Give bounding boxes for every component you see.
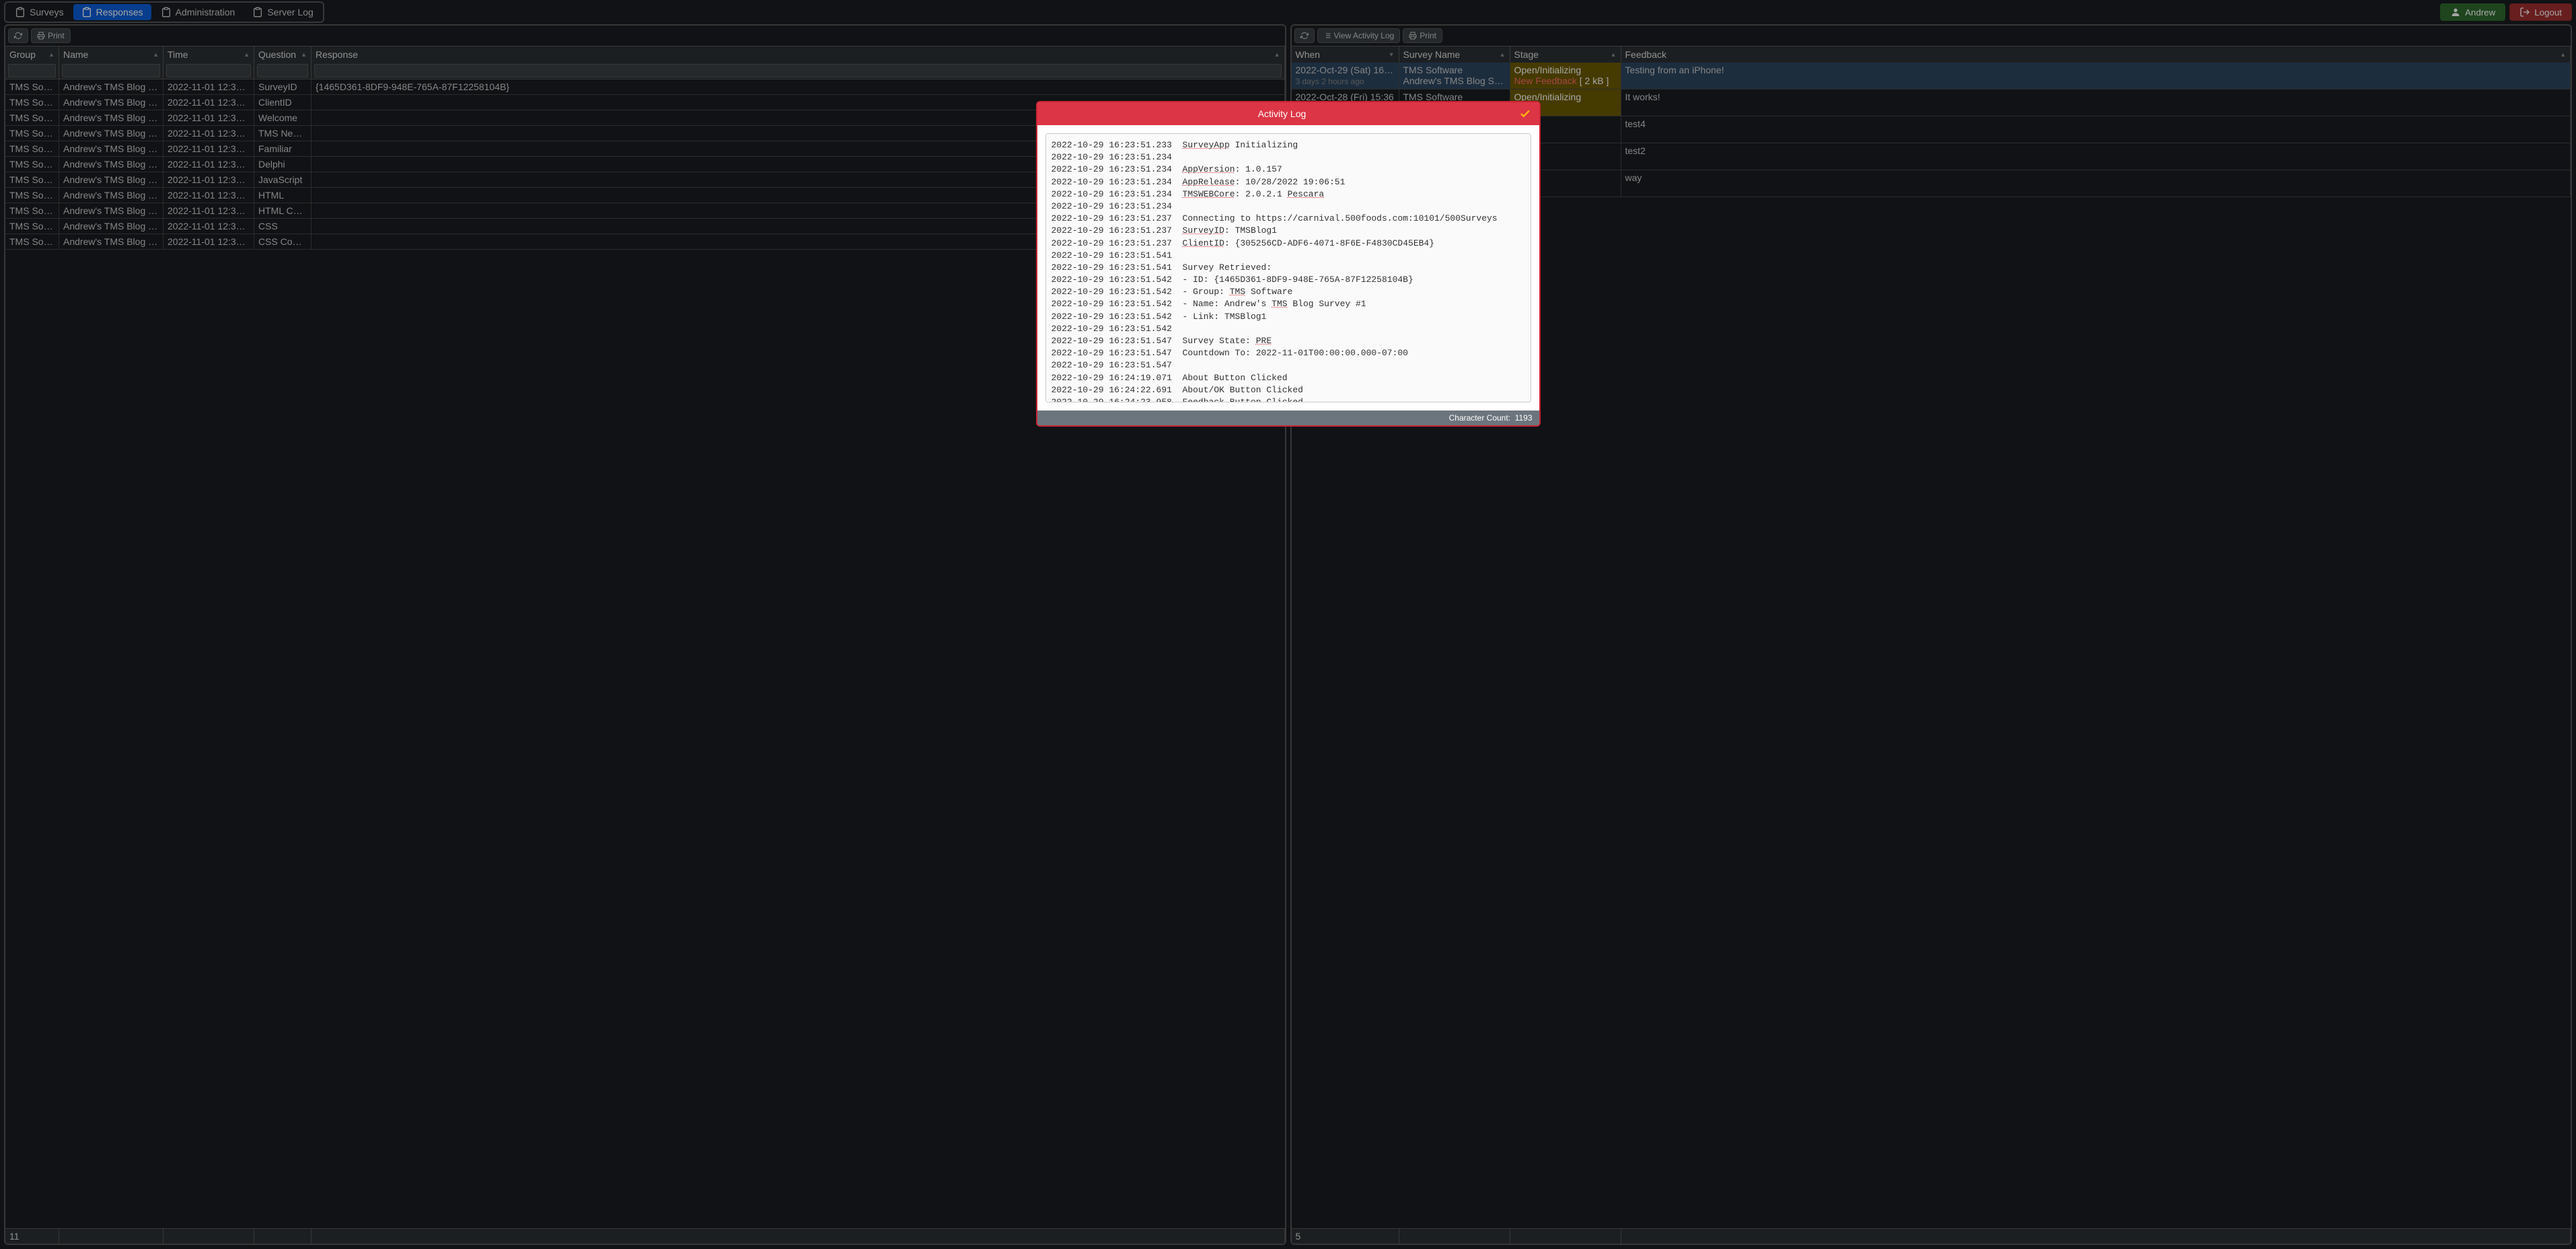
char-count-label: Character Count: <box>1449 413 1510 423</box>
modal-footer: Character Count: 1193 <box>1037 411 1539 425</box>
ok-icon[interactable] <box>1519 108 1531 120</box>
activity-log-modal: Activity Log 2022-10-29 16:23:51.233 Sur… <box>1036 101 1541 427</box>
char-count-value: 1193 <box>1515 413 1533 423</box>
modal-header: Activity Log <box>1037 102 1539 125</box>
modal-title: Activity Log <box>1045 108 1519 119</box>
modal-overlay[interactable]: Activity Log 2022-10-29 16:23:51.233 Sur… <box>0 0 2576 1249</box>
log-content[interactable]: 2022-10-29 16:23:51.233 SurveyApp Initia… <box>1045 133 1531 402</box>
modal-body: 2022-10-29 16:23:51.233 SurveyApp Initia… <box>1037 125 1539 411</box>
